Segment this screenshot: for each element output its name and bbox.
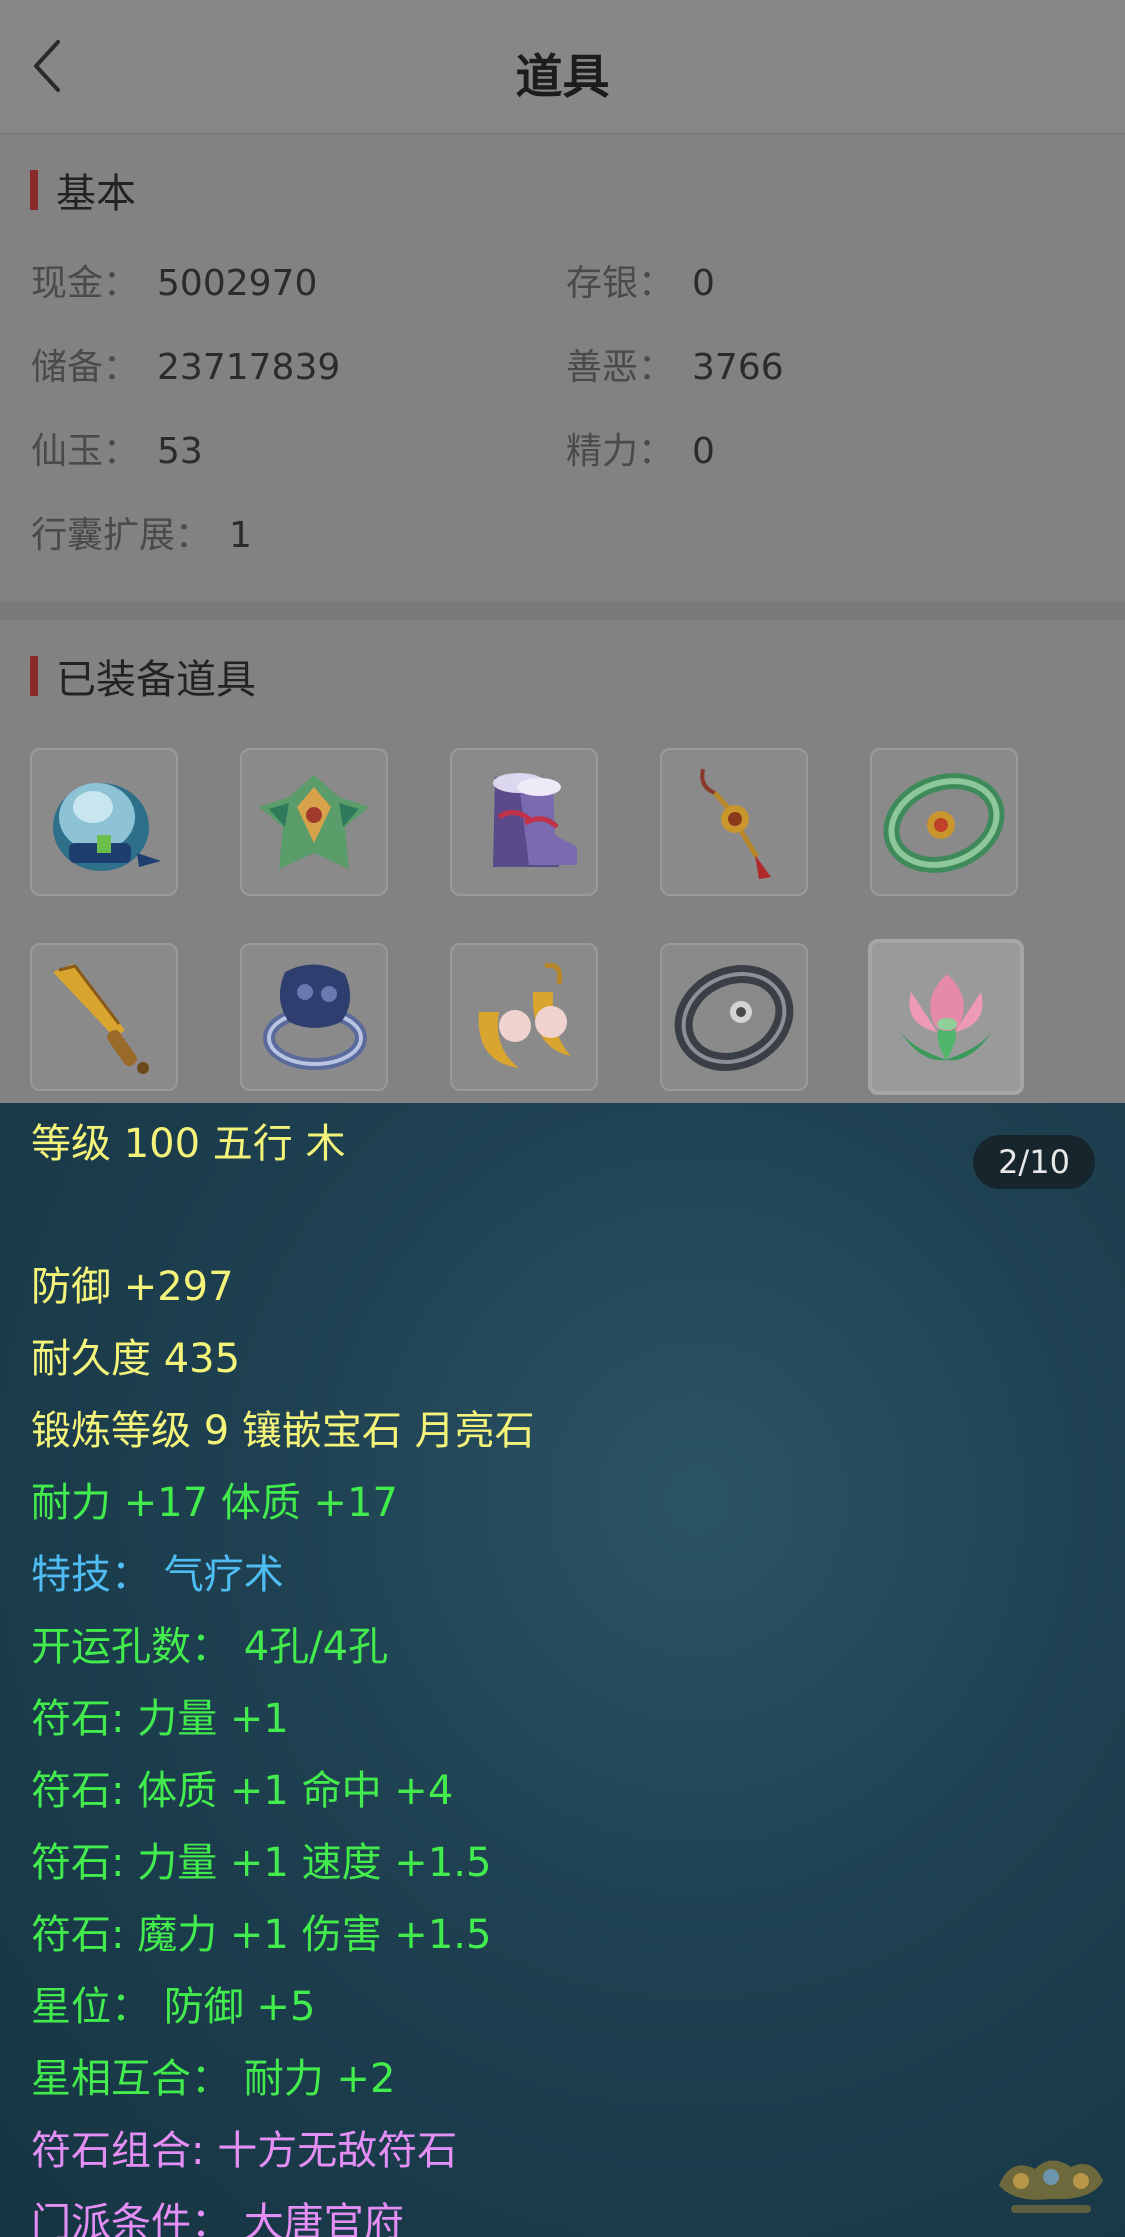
field-value: 5002970 (157, 263, 318, 304)
page-counter: 2/10 (973, 1135, 1095, 1189)
detail-line-stats: 耐力 +17 体质 +17 (31, 1480, 398, 1526)
section-accent-bar (30, 656, 38, 696)
section-divider (0, 602, 1125, 620)
field-value: 23717839 (157, 347, 341, 388)
field-value: 1 (229, 515, 252, 556)
detail-line-rune-2: 符石: 体质 +1 命中 +4 (31, 1768, 454, 1814)
energy-field: 精力： 0 (566, 431, 715, 472)
cash-field: 现金： 5002970 (31, 263, 318, 304)
dimmed-background: 道具 基本 现金： 5002970 存银： 0 储备： 23717839 善恶： 376… (0, 0, 1125, 1103)
detail-line-rune-1: 符石: 力量 +1 (31, 1696, 289, 1742)
blade-icon (53, 964, 149, 1074)
section-accent-bar (30, 170, 38, 210)
detail-line-defense: 防御 +297 (31, 1264, 234, 1310)
basic-section-title: 基本 (56, 171, 136, 217)
page-title: 道具 (515, 50, 610, 105)
equipped-section-title: 已装备道具 (56, 657, 256, 703)
detail-line-holes: 开运孔数： 4孔/4孔 (31, 1624, 389, 1670)
field-value: 53 (157, 431, 203, 472)
earrings-icon (478, 962, 571, 1068)
equip-slot-belt[interactable] (870, 748, 1018, 896)
basic-section-header: 基本 (30, 168, 136, 217)
detail-line-forge: 锻炼等级 9 镶嵌宝石 月亮石 (31, 1408, 535, 1454)
detail-line-sect: 门派条件： 大唐官府 (31, 2200, 404, 2237)
reserve-field: 储备： 23717839 (31, 347, 341, 388)
detail-line-star: 星位： 防御 +5 (31, 1984, 316, 2030)
field-label: 仙玉 (31, 431, 104, 472)
equip-slot-ring[interactable] (240, 943, 388, 1091)
armor-icon (259, 775, 369, 869)
field-value: 3766 (692, 347, 784, 388)
bag-expansion-field: 行囊扩展： 1 (31, 515, 252, 556)
helmet-icon (53, 783, 161, 871)
field-label: 善恶 (566, 347, 639, 388)
field-value: 0 (692, 263, 715, 304)
deposit-field: 存银： 0 (566, 263, 715, 304)
field-label: 现金 (31, 263, 104, 304)
jade-field: 仙玉： 53 (31, 431, 203, 472)
boots-icon (493, 773, 577, 867)
detail-line-skill: 特技： 气疗术 (31, 1552, 284, 1598)
equip-slot-lotus-selected[interactable] (868, 939, 1024, 1095)
lotus-icon (899, 974, 993, 1061)
field-label: 储备 (31, 347, 104, 388)
equip-slot-pendant[interactable] (660, 748, 808, 896)
pendant-icon (700, 768, 771, 879)
detail-line-durability: 耐久度 435 (31, 1336, 241, 1382)
equip-slot-armor[interactable] (240, 748, 388, 896)
ring-icon (263, 964, 367, 1070)
field-label: 存银 (566, 263, 639, 304)
item-detail-panel[interactable]: 2/10 等级 100 五行 木 防御 +297 耐久度 435 锻炼等级 9 … (0, 1103, 1125, 2237)
detail-line-rune-combo: 符石组合: 十方无敌符石 (31, 2128, 458, 2174)
nav-bar: 道具 (0, 0, 1125, 135)
watermark-logo-icon (999, 2160, 1103, 2213)
detail-line-star-match: 星相互合： 耐力 +2 (31, 2056, 396, 2102)
equipped-section-header: 已装备道具 (30, 654, 256, 703)
detail-line-rune-4: 符石: 魔力 +1 伤害 +1.5 (31, 1912, 492, 1958)
belt-icon (883, 773, 1005, 873)
equip-slot-helmet[interactable] (30, 748, 178, 896)
detail-line-rune-3: 符石: 力量 +1 速度 +1.5 (31, 1840, 492, 1886)
karma-field: 善恶： 3766 (566, 347, 784, 388)
field-value: 0 (692, 431, 715, 472)
equip-slot-bracelet[interactable] (660, 943, 808, 1091)
equip-slot-boots[interactable] (450, 748, 598, 896)
field-label: 行囊扩展 (31, 515, 176, 556)
equip-slot-earrings[interactable] (450, 943, 598, 1091)
field-label: 精力 (566, 431, 639, 472)
equip-slot-weapon[interactable] (30, 943, 178, 1091)
detail-line-level: 等级 100 五行 木 (31, 1121, 346, 1167)
bracelet-icon (674, 965, 794, 1071)
